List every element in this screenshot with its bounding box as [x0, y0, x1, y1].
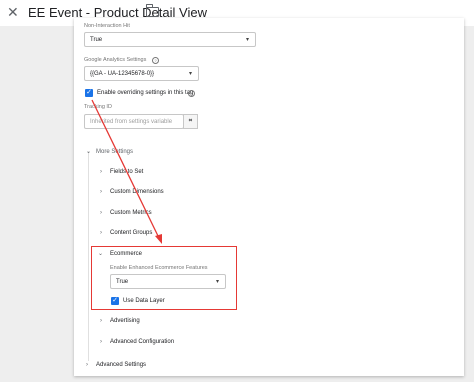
- tag-config-panel: Non-Interaction Hit True ▾ Google Analyt…: [74, 18, 464, 376]
- annotation-arrow: [91, 99, 162, 244]
- folder-icon[interactable]: [145, 4, 159, 17]
- close-icon[interactable]: ✕: [7, 4, 19, 20]
